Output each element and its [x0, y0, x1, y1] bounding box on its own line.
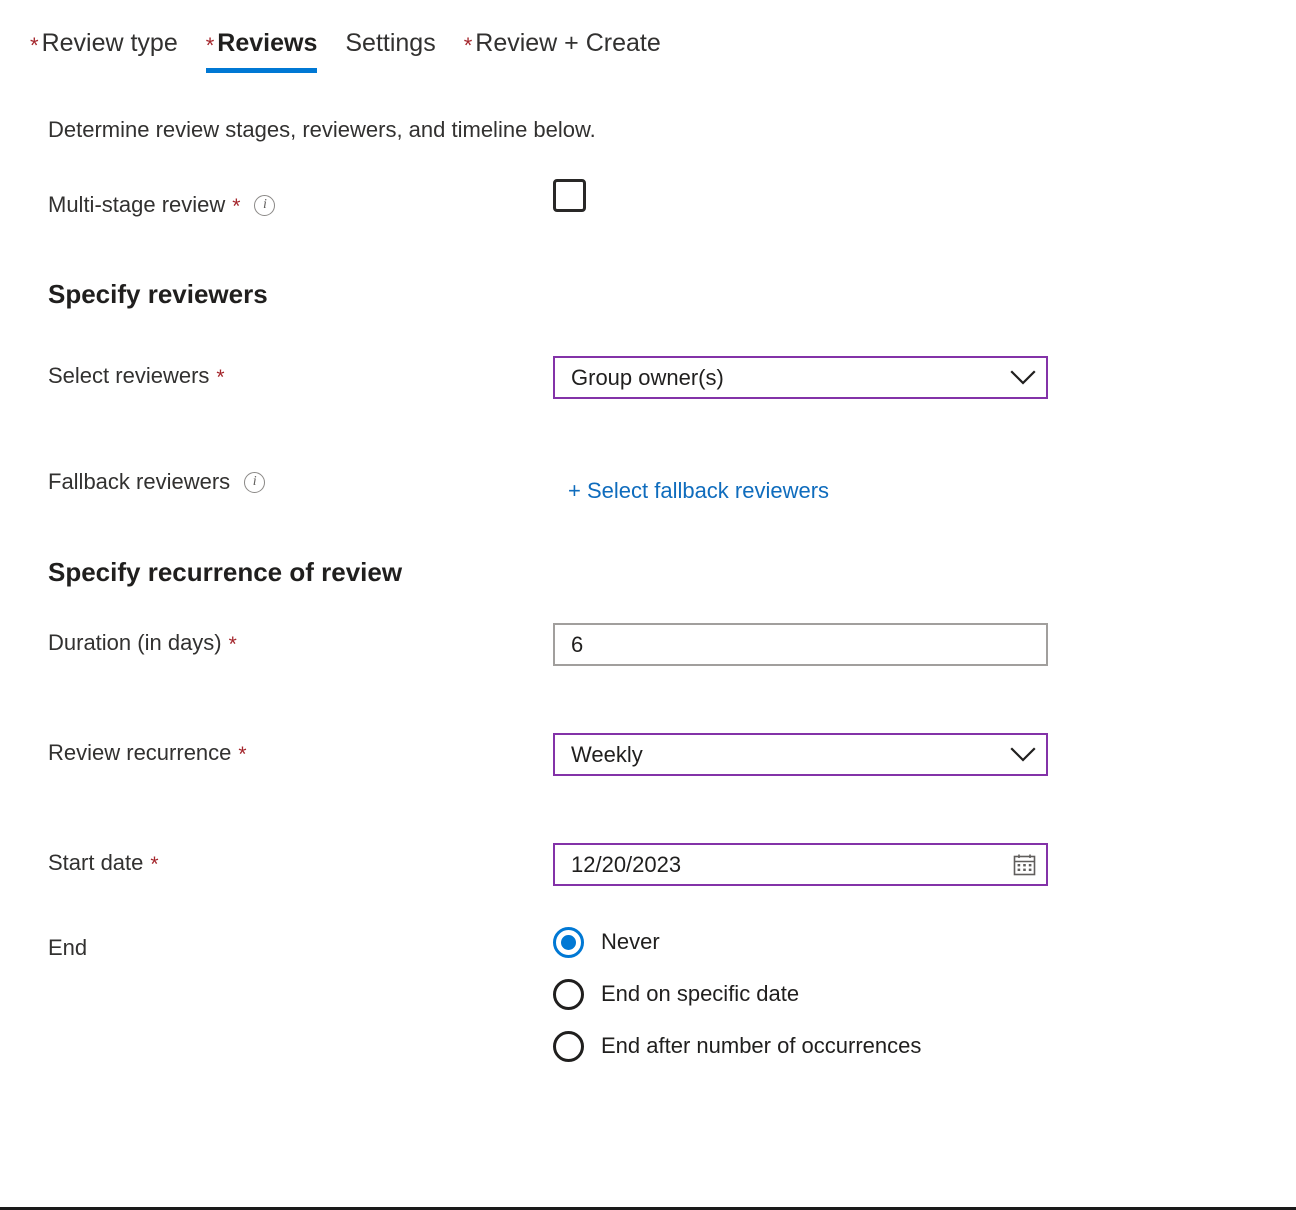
tab-label: Review + Create — [475, 28, 661, 58]
start-date-label: Start date * — [48, 849, 159, 877]
end-label: End — [48, 934, 87, 962]
info-icon[interactable]: i — [254, 195, 275, 216]
review-recurrence-value: Weekly — [555, 741, 1000, 769]
select-reviewers-value: Group owner(s) — [555, 364, 1000, 392]
label-text: Select reviewers — [48, 362, 209, 390]
radio-label: End after number of occurrences — [601, 1032, 921, 1060]
fallback-reviewers-label: Fallback reviewers i — [48, 468, 265, 496]
end-option-specific-date[interactable]: End on specific date — [553, 968, 921, 1020]
required-asterisk: * — [30, 31, 39, 61]
radio-label: Never — [601, 928, 660, 956]
required-asterisk: * — [232, 193, 240, 221]
intro-text: Determine review stages, reviewers, and … — [48, 116, 596, 144]
chevron-down-icon[interactable] — [1000, 370, 1046, 386]
select-reviewers-label: Select reviewers * — [48, 362, 225, 390]
tab-settings[interactable]: Settings — [345, 28, 461, 72]
review-recurrence-label: Review recurrence * — [48, 739, 247, 767]
duration-input[interactable]: 6 — [555, 631, 1046, 659]
tab-reviews[interactable]: * Reviews — [206, 28, 344, 73]
required-asterisk: * — [216, 364, 224, 392]
active-tab-underline — [206, 68, 318, 73]
info-icon[interactable]: i — [244, 472, 265, 493]
multi-stage-review-checkbox[interactable] — [553, 179, 586, 212]
calendar-icon[interactable] — [1002, 853, 1046, 876]
end-option-never[interactable]: Never — [553, 916, 921, 968]
required-asterisk: * — [238, 741, 246, 769]
tab-label: Reviews — [217, 28, 317, 58]
wizard-tab-strip: * Review type * Reviews Settings * Revie… — [30, 28, 689, 73]
select-fallback-reviewers-link[interactable]: + Select fallback reviewers — [568, 477, 829, 505]
start-date-field[interactable]: 12/20/2023 — [553, 843, 1048, 886]
label-text: Review recurrence — [48, 739, 231, 767]
review-recurrence-dropdown[interactable]: Weekly — [553, 733, 1048, 776]
specify-recurrence-heading: Specify recurrence of review — [48, 556, 402, 588]
tab-review-create[interactable]: * Review + Create — [464, 28, 687, 73]
radio-label: End on specific date — [601, 980, 799, 1008]
label-text: Multi-stage review — [48, 191, 225, 219]
multi-stage-review-label: Multi-stage review * i — [48, 191, 275, 219]
end-radio-group: Never End on specific date End after num… — [553, 916, 921, 1072]
duration-input-wrapper[interactable]: 6 — [553, 623, 1048, 666]
select-reviewers-dropdown[interactable]: Group owner(s) — [553, 356, 1048, 399]
tab-review-type[interactable]: * Review type — [30, 28, 204, 73]
radio-icon — [553, 979, 584, 1010]
end-option-number-of-occurrences[interactable]: End after number of occurrences — [553, 1020, 921, 1072]
radio-icon — [553, 1031, 584, 1062]
required-asterisk: * — [150, 851, 158, 879]
tab-label: Review type — [42, 28, 178, 58]
radio-icon — [553, 927, 584, 958]
duration-label: Duration (in days) * — [48, 629, 237, 657]
required-asterisk: * — [229, 631, 237, 659]
label-text: End — [48, 934, 87, 962]
start-date-input[interactable]: 12/20/2023 — [555, 851, 1002, 879]
chevron-down-icon[interactable] — [1000, 747, 1046, 763]
tab-label: Settings — [345, 28, 435, 58]
label-text: Duration (in days) — [48, 629, 222, 657]
required-asterisk: * — [464, 31, 473, 61]
label-text: Fallback reviewers — [48, 468, 230, 496]
specify-reviewers-heading: Specify reviewers — [48, 278, 268, 310]
label-text: Start date — [48, 849, 143, 877]
required-asterisk: * — [206, 31, 215, 61]
